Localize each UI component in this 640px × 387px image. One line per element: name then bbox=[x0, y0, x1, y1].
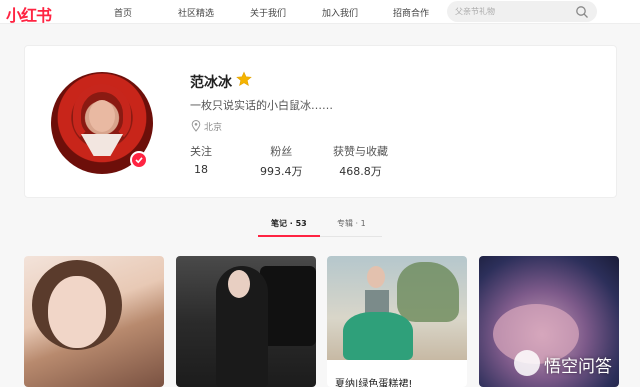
note-card[interactable]: 夏纳|绿色蛋糕裙! bbox=[327, 256, 467, 387]
tab-albums[interactable]: 专辑 · 1 bbox=[337, 218, 366, 229]
note-title: 夏纳|绿色蛋糕裙! bbox=[335, 379, 413, 387]
stat-label: 获赞与收藏 bbox=[333, 145, 388, 158]
watermark: 悟空问答 bbox=[514, 348, 638, 378]
search-box bbox=[447, 1, 597, 22]
active-tab-indicator bbox=[258, 235, 320, 237]
watermark-text: 悟空问答 bbox=[544, 357, 612, 377]
search-input[interactable] bbox=[455, 5, 570, 18]
stat-likes-collects: 获赞与收藏 468.8万 bbox=[333, 143, 388, 179]
profile-tabs: 笔记 · 53 专辑 · 1 bbox=[0, 218, 640, 238]
stat-label: 粉丝 bbox=[270, 145, 293, 158]
stat-value: 993.4万 bbox=[260, 165, 303, 178]
tab-notes[interactable]: 笔记 · 53 bbox=[271, 218, 307, 229]
profile-location: 北京 bbox=[204, 123, 223, 133]
nav-item-home[interactable]: 首页 bbox=[114, 6, 132, 19]
star-icon bbox=[236, 71, 252, 87]
wukong-logo-icon bbox=[514, 350, 540, 376]
tab-divider bbox=[320, 236, 382, 237]
stat-value: 18 bbox=[194, 163, 208, 176]
nav-item-join[interactable]: 加入我们 bbox=[322, 6, 358, 19]
stat-following[interactable]: 关注 18 bbox=[190, 143, 212, 176]
nav-item-about[interactable]: 关于我们 bbox=[250, 6, 286, 19]
profile-bio: 一枚只说实话的小白鼠冰…… bbox=[190, 99, 333, 112]
note-cover-image bbox=[327, 256, 467, 360]
note-card[interactable] bbox=[176, 256, 316, 387]
stat-followers[interactable]: 粉丝 993.4万 bbox=[260, 143, 303, 179]
note-cover-image bbox=[176, 256, 316, 387]
nav-item-business[interactable]: 招商合作 bbox=[393, 6, 429, 19]
search-icon[interactable] bbox=[575, 5, 589, 19]
top-navigation-bar: 小红书 首页 社区精选 关于我们 加入我们 招商合作 bbox=[0, 0, 640, 26]
xiaohongshu-logo[interactable]: 小红书 bbox=[6, 2, 52, 26]
profile-card: 范冰冰 一枚只说实话的小白鼠冰…… 北京 关注 18 粉丝 993.4万 获赞与… bbox=[24, 45, 617, 198]
location-pin-icon bbox=[191, 120, 201, 132]
note-card[interactable] bbox=[24, 256, 164, 387]
profile-name: 范冰冰 bbox=[190, 75, 232, 91]
note-cover-image bbox=[24, 256, 164, 387]
nav-item-community[interactable]: 社区精选 bbox=[178, 6, 214, 19]
verified-badge-icon bbox=[130, 151, 148, 169]
stat-value: 468.8万 bbox=[339, 165, 382, 178]
stat-label: 关注 bbox=[190, 145, 212, 158]
